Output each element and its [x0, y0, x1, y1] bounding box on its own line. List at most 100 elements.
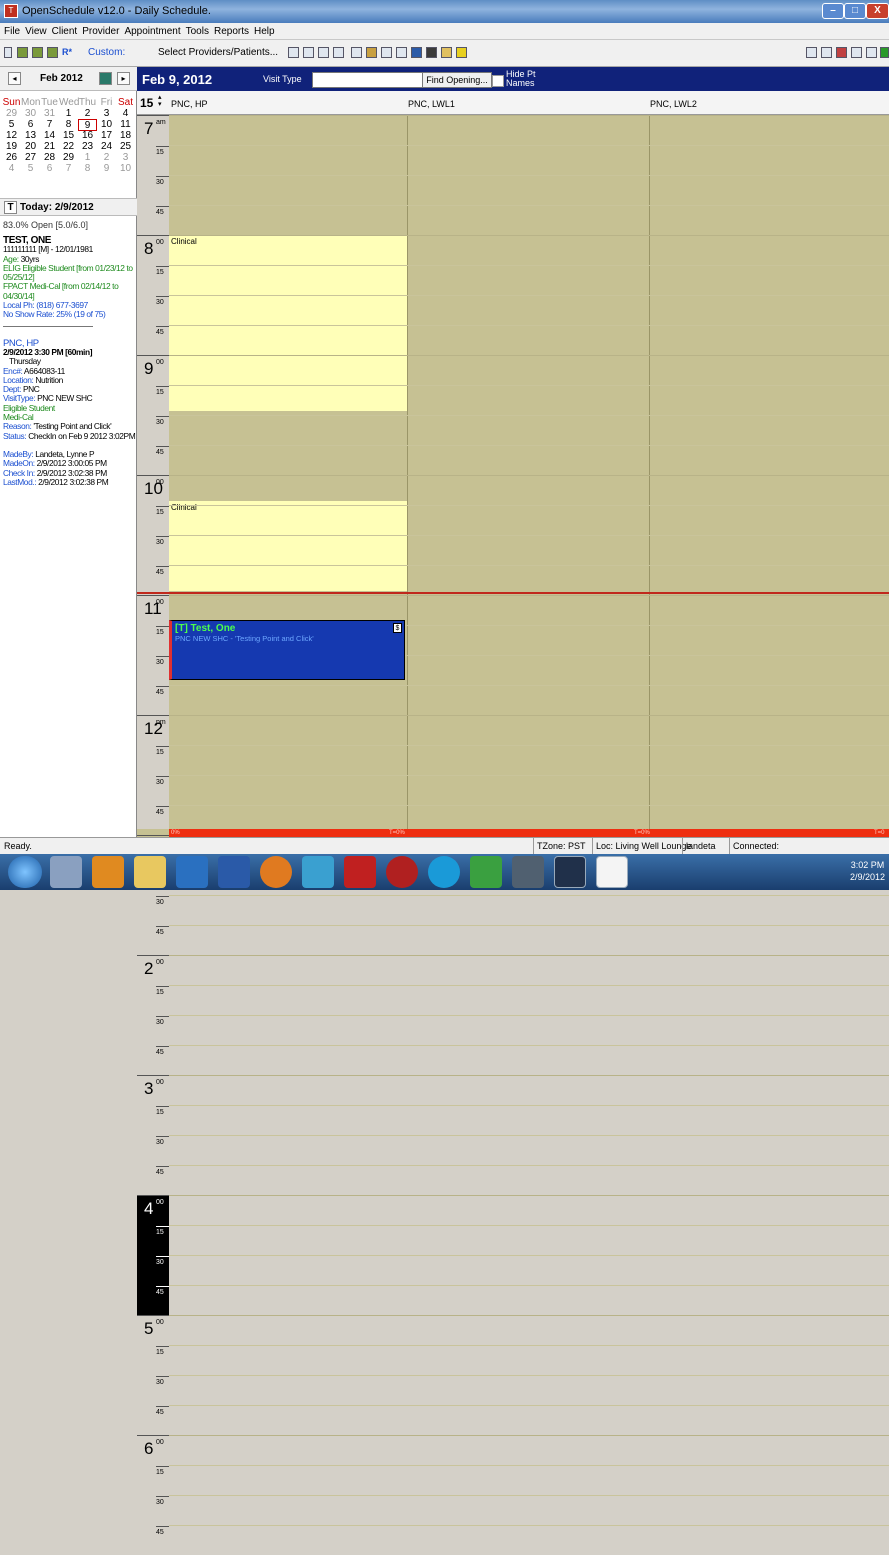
- report-icon[interactable]: [866, 47, 877, 58]
- column-provider-3[interactable]: PNC, LWL2: [650, 99, 697, 109]
- explorer-icon[interactable]: [134, 856, 166, 888]
- outlook-icon[interactable]: [92, 856, 124, 888]
- print-icon[interactable]: [381, 47, 392, 58]
- minimize-button[interactable]: –: [822, 3, 844, 19]
- menu-view[interactable]: View: [25, 26, 47, 37]
- day-cell[interactable]: 30: [21, 108, 40, 119]
- day-cell[interactable]: 6: [40, 163, 59, 174]
- day-cell[interactable]: 3: [116, 152, 135, 163]
- patient-icon[interactable]: [17, 47, 28, 58]
- maximize-button[interactable]: □: [844, 3, 866, 19]
- day-cell[interactable]: 25: [116, 141, 135, 152]
- find-opening-button[interactable]: Find Opening...: [422, 72, 492, 88]
- day-cell[interactable]: 5: [21, 163, 40, 174]
- view-month-icon[interactable]: [318, 47, 329, 58]
- tools-icon[interactable]: [426, 47, 437, 58]
- day-cell[interactable]: 29: [2, 108, 21, 119]
- arrow-icon[interactable]: [836, 47, 847, 58]
- doc-icon[interactable]: [851, 47, 862, 58]
- day-cell[interactable]: 28: [40, 152, 59, 163]
- day-cell[interactable]: 5: [2, 119, 21, 130]
- view-week-icon[interactable]: [303, 47, 314, 58]
- note-icon[interactable]: [456, 47, 467, 58]
- app-icon[interactable]: [386, 856, 418, 888]
- day-cell[interactable]: 8: [59, 119, 78, 130]
- schedule-grid[interactable]: Clinical Clinical: [169, 115, 889, 1526]
- openschedule-icon[interactable]: [596, 856, 628, 888]
- day-cell[interactable]: 10: [97, 119, 116, 130]
- day-cell[interactable]: 23: [78, 141, 97, 152]
- view-list-icon[interactable]: [333, 47, 344, 58]
- calendar-icon[interactable]: [99, 72, 112, 85]
- select-providers-button[interactable]: Select Providers/Patients...: [158, 47, 278, 58]
- day-cell[interactable]: 1: [78, 152, 97, 163]
- day-cell[interactable]: 17: [97, 130, 116, 141]
- start-button[interactable]: [8, 856, 42, 888]
- pin-icon[interactable]: [4, 47, 12, 58]
- menu-reports[interactable]: Reports: [214, 26, 249, 37]
- message-icon[interactable]: [821, 47, 832, 58]
- folder-icon[interactable]: [441, 47, 452, 58]
- menu-file[interactable]: File: [4, 26, 20, 37]
- day-cell[interactable]: 14: [40, 130, 59, 141]
- clock[interactable]: 3:02 PM 2/9/2012: [850, 859, 885, 883]
- day-cell[interactable]: 12: [2, 130, 21, 141]
- day-cell[interactable]: 13: [21, 130, 40, 141]
- skype-icon[interactable]: [428, 856, 460, 888]
- next-month-button[interactable]: ▸: [117, 72, 130, 85]
- zoom-spinner-icon[interactable]: ▴ ▾: [158, 94, 162, 108]
- day-cell[interactable]: 22: [59, 141, 78, 152]
- menu-help[interactable]: Help: [254, 26, 275, 37]
- day-cell[interactable]: 7: [40, 119, 59, 130]
- day-cell[interactable]: 4: [116, 108, 135, 119]
- patient-add-icon[interactable]: [32, 47, 43, 58]
- day-cell[interactable]: 1: [59, 108, 78, 119]
- day-cell[interactable]: 2: [97, 152, 116, 163]
- exit-icon[interactable]: [880, 47, 889, 58]
- day-cell[interactable]: 10: [116, 163, 135, 174]
- hide-names-checkbox[interactable]: [492, 75, 504, 87]
- day-cell[interactable]: 24: [97, 141, 116, 152]
- tool-icon[interactable]: [470, 856, 502, 888]
- day-cell[interactable]: 26: [2, 152, 21, 163]
- day-cell[interactable]: 3: [97, 108, 116, 119]
- day-cell[interactable]: 6: [21, 119, 40, 130]
- day-cell[interactable]: 9: [97, 163, 116, 174]
- day-cell[interactable]: 15: [59, 130, 78, 141]
- menu-provider[interactable]: Provider: [82, 26, 119, 37]
- word-icon[interactable]: [411, 47, 422, 58]
- column-provider-1[interactable]: PNC, HP: [171, 99, 208, 109]
- calendar-icon[interactable]: [351, 47, 362, 58]
- menu-tools[interactable]: Tools: [186, 26, 209, 37]
- custom-link[interactable]: Custom:: [88, 47, 125, 58]
- day-cell[interactable]: 20: [21, 141, 40, 152]
- day-cell[interactable]: 7: [59, 163, 78, 174]
- custom-icon[interactable]: R*: [62, 47, 76, 58]
- view-day-icon[interactable]: [288, 47, 299, 58]
- column-provider-2[interactable]: PNC, LWL1: [408, 99, 455, 109]
- system-tray[interactable]: [780, 860, 838, 884]
- prev-month-button[interactable]: ◂: [8, 72, 21, 85]
- patient-edit-icon[interactable]: [47, 47, 58, 58]
- day-cell[interactable]: 8: [78, 163, 97, 174]
- people-icon[interactable]: [366, 47, 377, 58]
- visit-type-select[interactable]: ▼: [312, 72, 436, 88]
- day-cell[interactable]: 19: [2, 141, 21, 152]
- firefox-icon[interactable]: [260, 856, 292, 888]
- day-cell[interactable]: 4: [2, 163, 21, 174]
- day-cell[interactable]: 31: [40, 108, 59, 119]
- day-cell[interactable]: 27: [21, 152, 40, 163]
- clinical-block[interactable]: Clinical: [169, 501, 407, 591]
- grid-app-icon[interactable]: [554, 856, 586, 888]
- alert-icon[interactable]: [806, 47, 817, 58]
- menu-appointment[interactable]: Appointment: [124, 26, 180, 37]
- acrobat-icon[interactable]: [344, 856, 376, 888]
- appointment-block[interactable]: [T] Test, One PNC NEW SHC - 'Testing Poi…: [169, 620, 405, 680]
- day-cell[interactable]: 2: [78, 108, 97, 119]
- zoom-interval[interactable]: 15: [140, 96, 153, 110]
- e-icon[interactable]: [396, 47, 407, 58]
- day-cell[interactable]: 29: [59, 152, 78, 163]
- menu-client[interactable]: Client: [52, 26, 78, 37]
- media-icon[interactable]: [176, 856, 208, 888]
- today-button[interactable]: T: [4, 201, 17, 214]
